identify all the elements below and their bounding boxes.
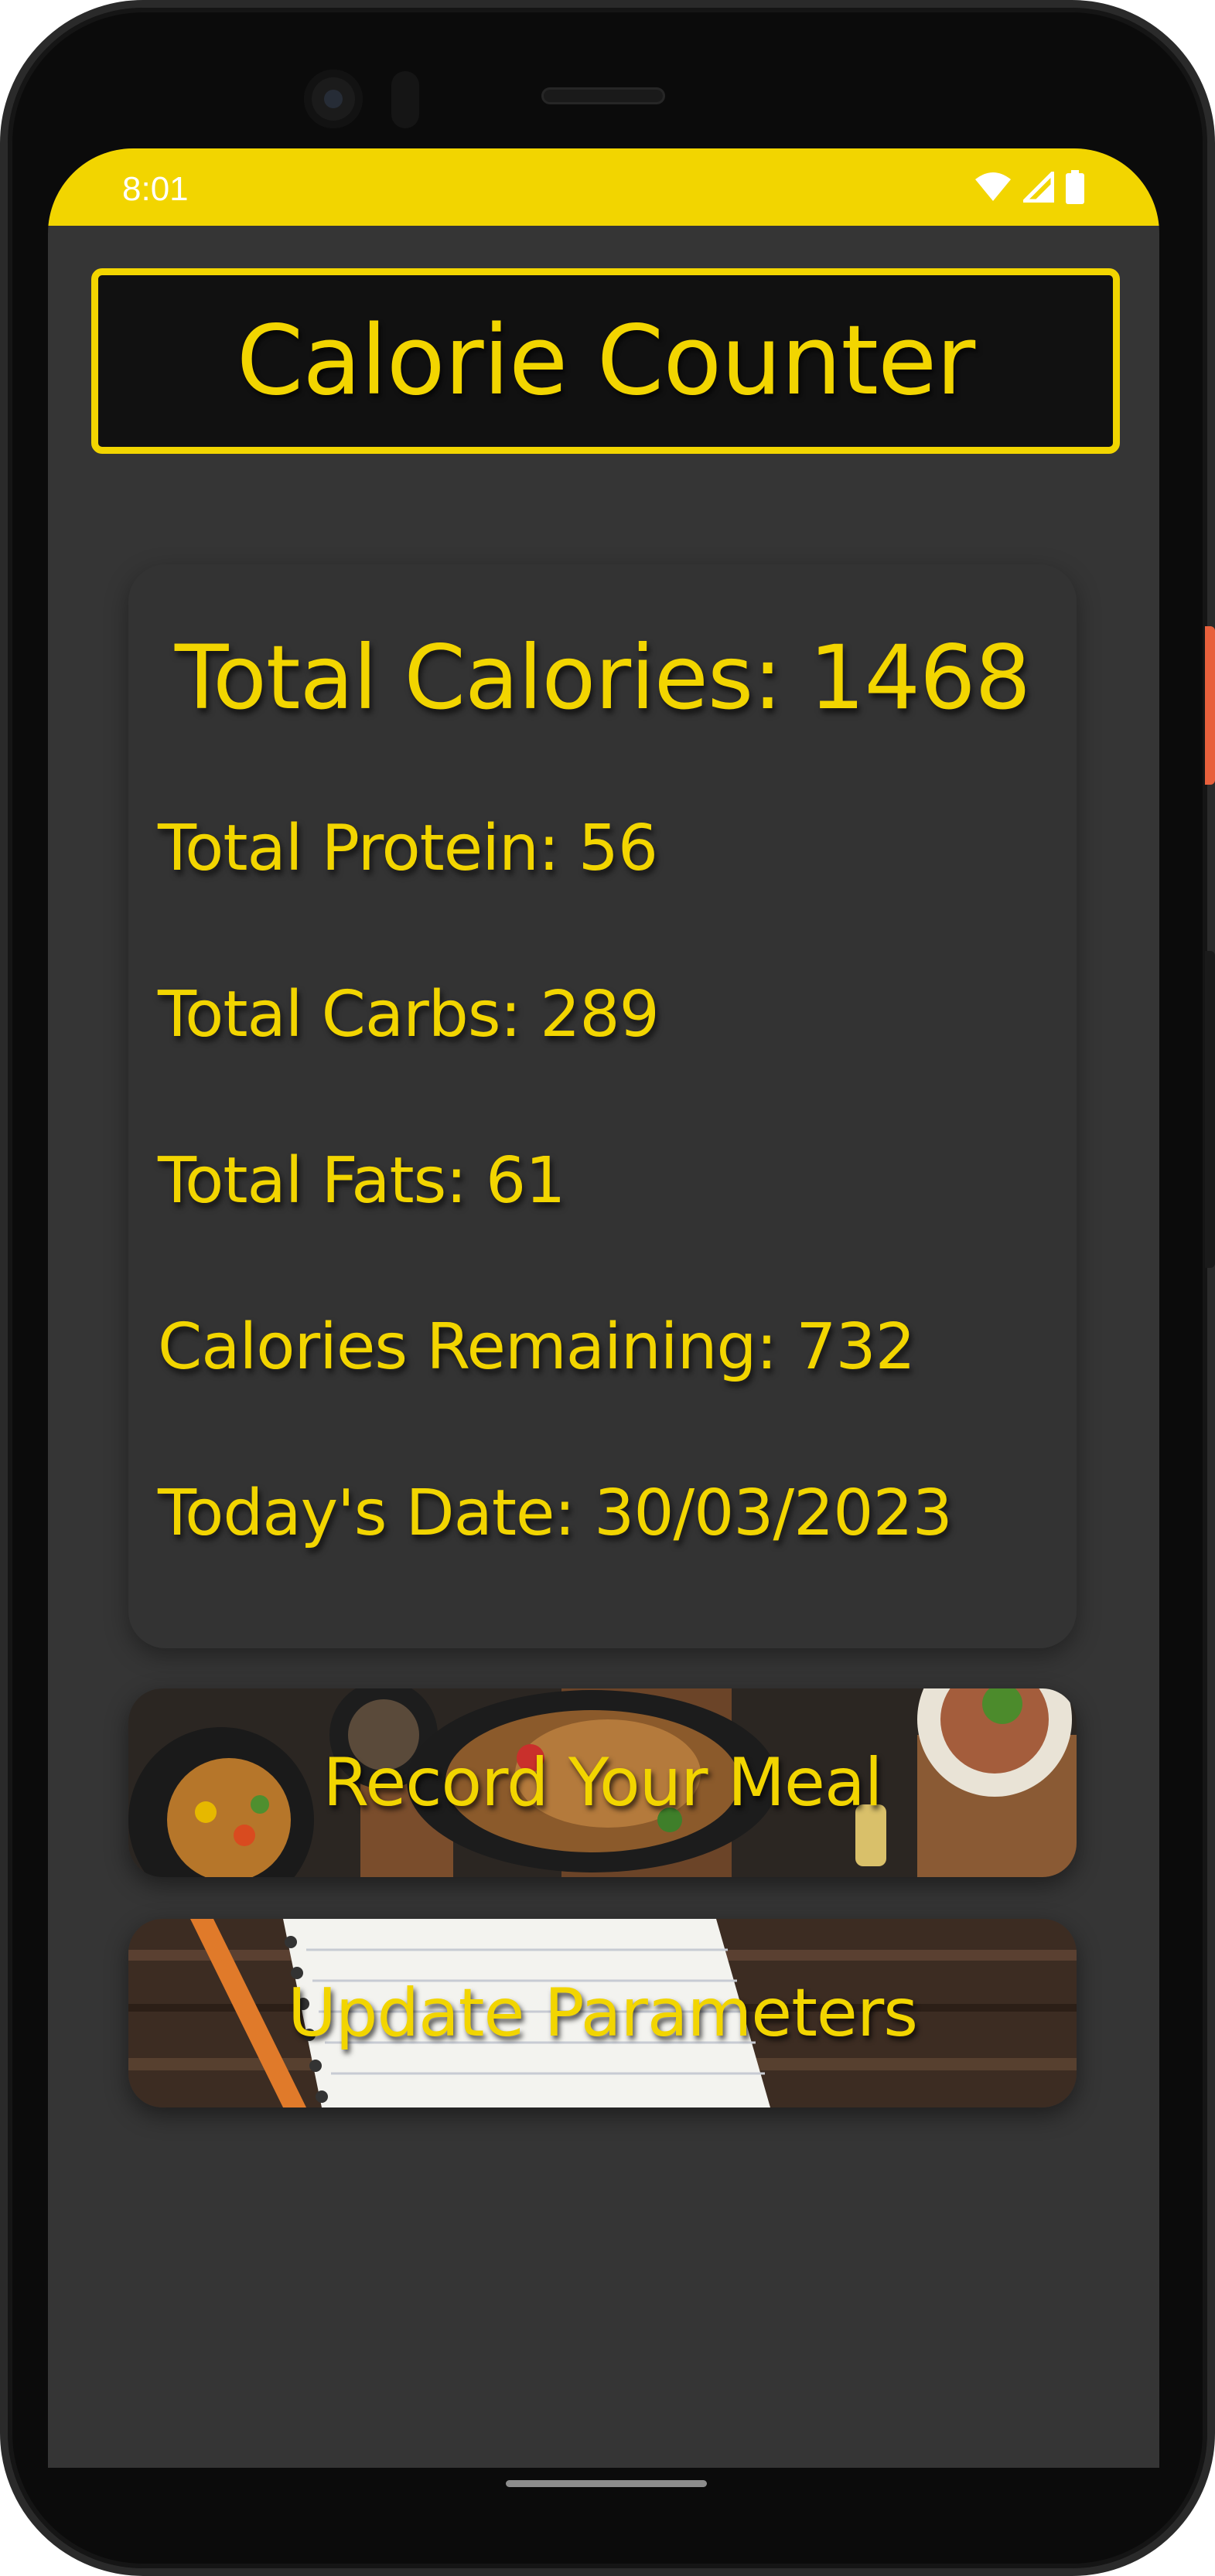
wifi-icon [974, 172, 1012, 206]
power-button [1205, 626, 1215, 785]
todays-date-label: Today's Date: 30/03/2023 [158, 1477, 953, 1550]
status-bar: 8:01 [48, 148, 1159, 226]
status-time: 8:01 [122, 170, 189, 208]
record-meal-button[interactable]: Record Your Meal [128, 1688, 1077, 1877]
proximity-sensor [391, 71, 419, 128]
app-title-box: Calorie Counter [91, 268, 1120, 454]
stats-card: Total Calories: 1468 Total Protein: 56 T… [128, 564, 1077, 1648]
volume-button [1205, 951, 1215, 1268]
app-screen: 8:01 Calorie Counter Total Calories: 146… [48, 148, 1159, 2468]
cell-signal-icon [1019, 168, 1055, 206]
update-parameters-label: Update Parameters [287, 1975, 918, 2052]
battery-icon [1065, 170, 1085, 207]
update-parameters-button[interactable]: Update Parameters [128, 1919, 1077, 2107]
page-title: Calorie Counter [236, 305, 976, 417]
home-gesture-handle[interactable] [506, 2480, 707, 2487]
record-meal-label: Record Your Meal [323, 1744, 882, 1821]
front-camera [304, 70, 363, 128]
total-carbs-label: Total Carbs: 289 [158, 978, 660, 1051]
earpiece-speaker [541, 87, 665, 104]
status-icons [974, 168, 1085, 207]
total-fats-label: Total Fats: 61 [158, 1144, 565, 1218]
calories-remaining-label: Calories Remaining: 732 [158, 1310, 916, 1384]
total-calories-label: Total Calories: 1468 [174, 626, 1031, 729]
total-protein-label: Total Protein: 56 [158, 812, 658, 885]
